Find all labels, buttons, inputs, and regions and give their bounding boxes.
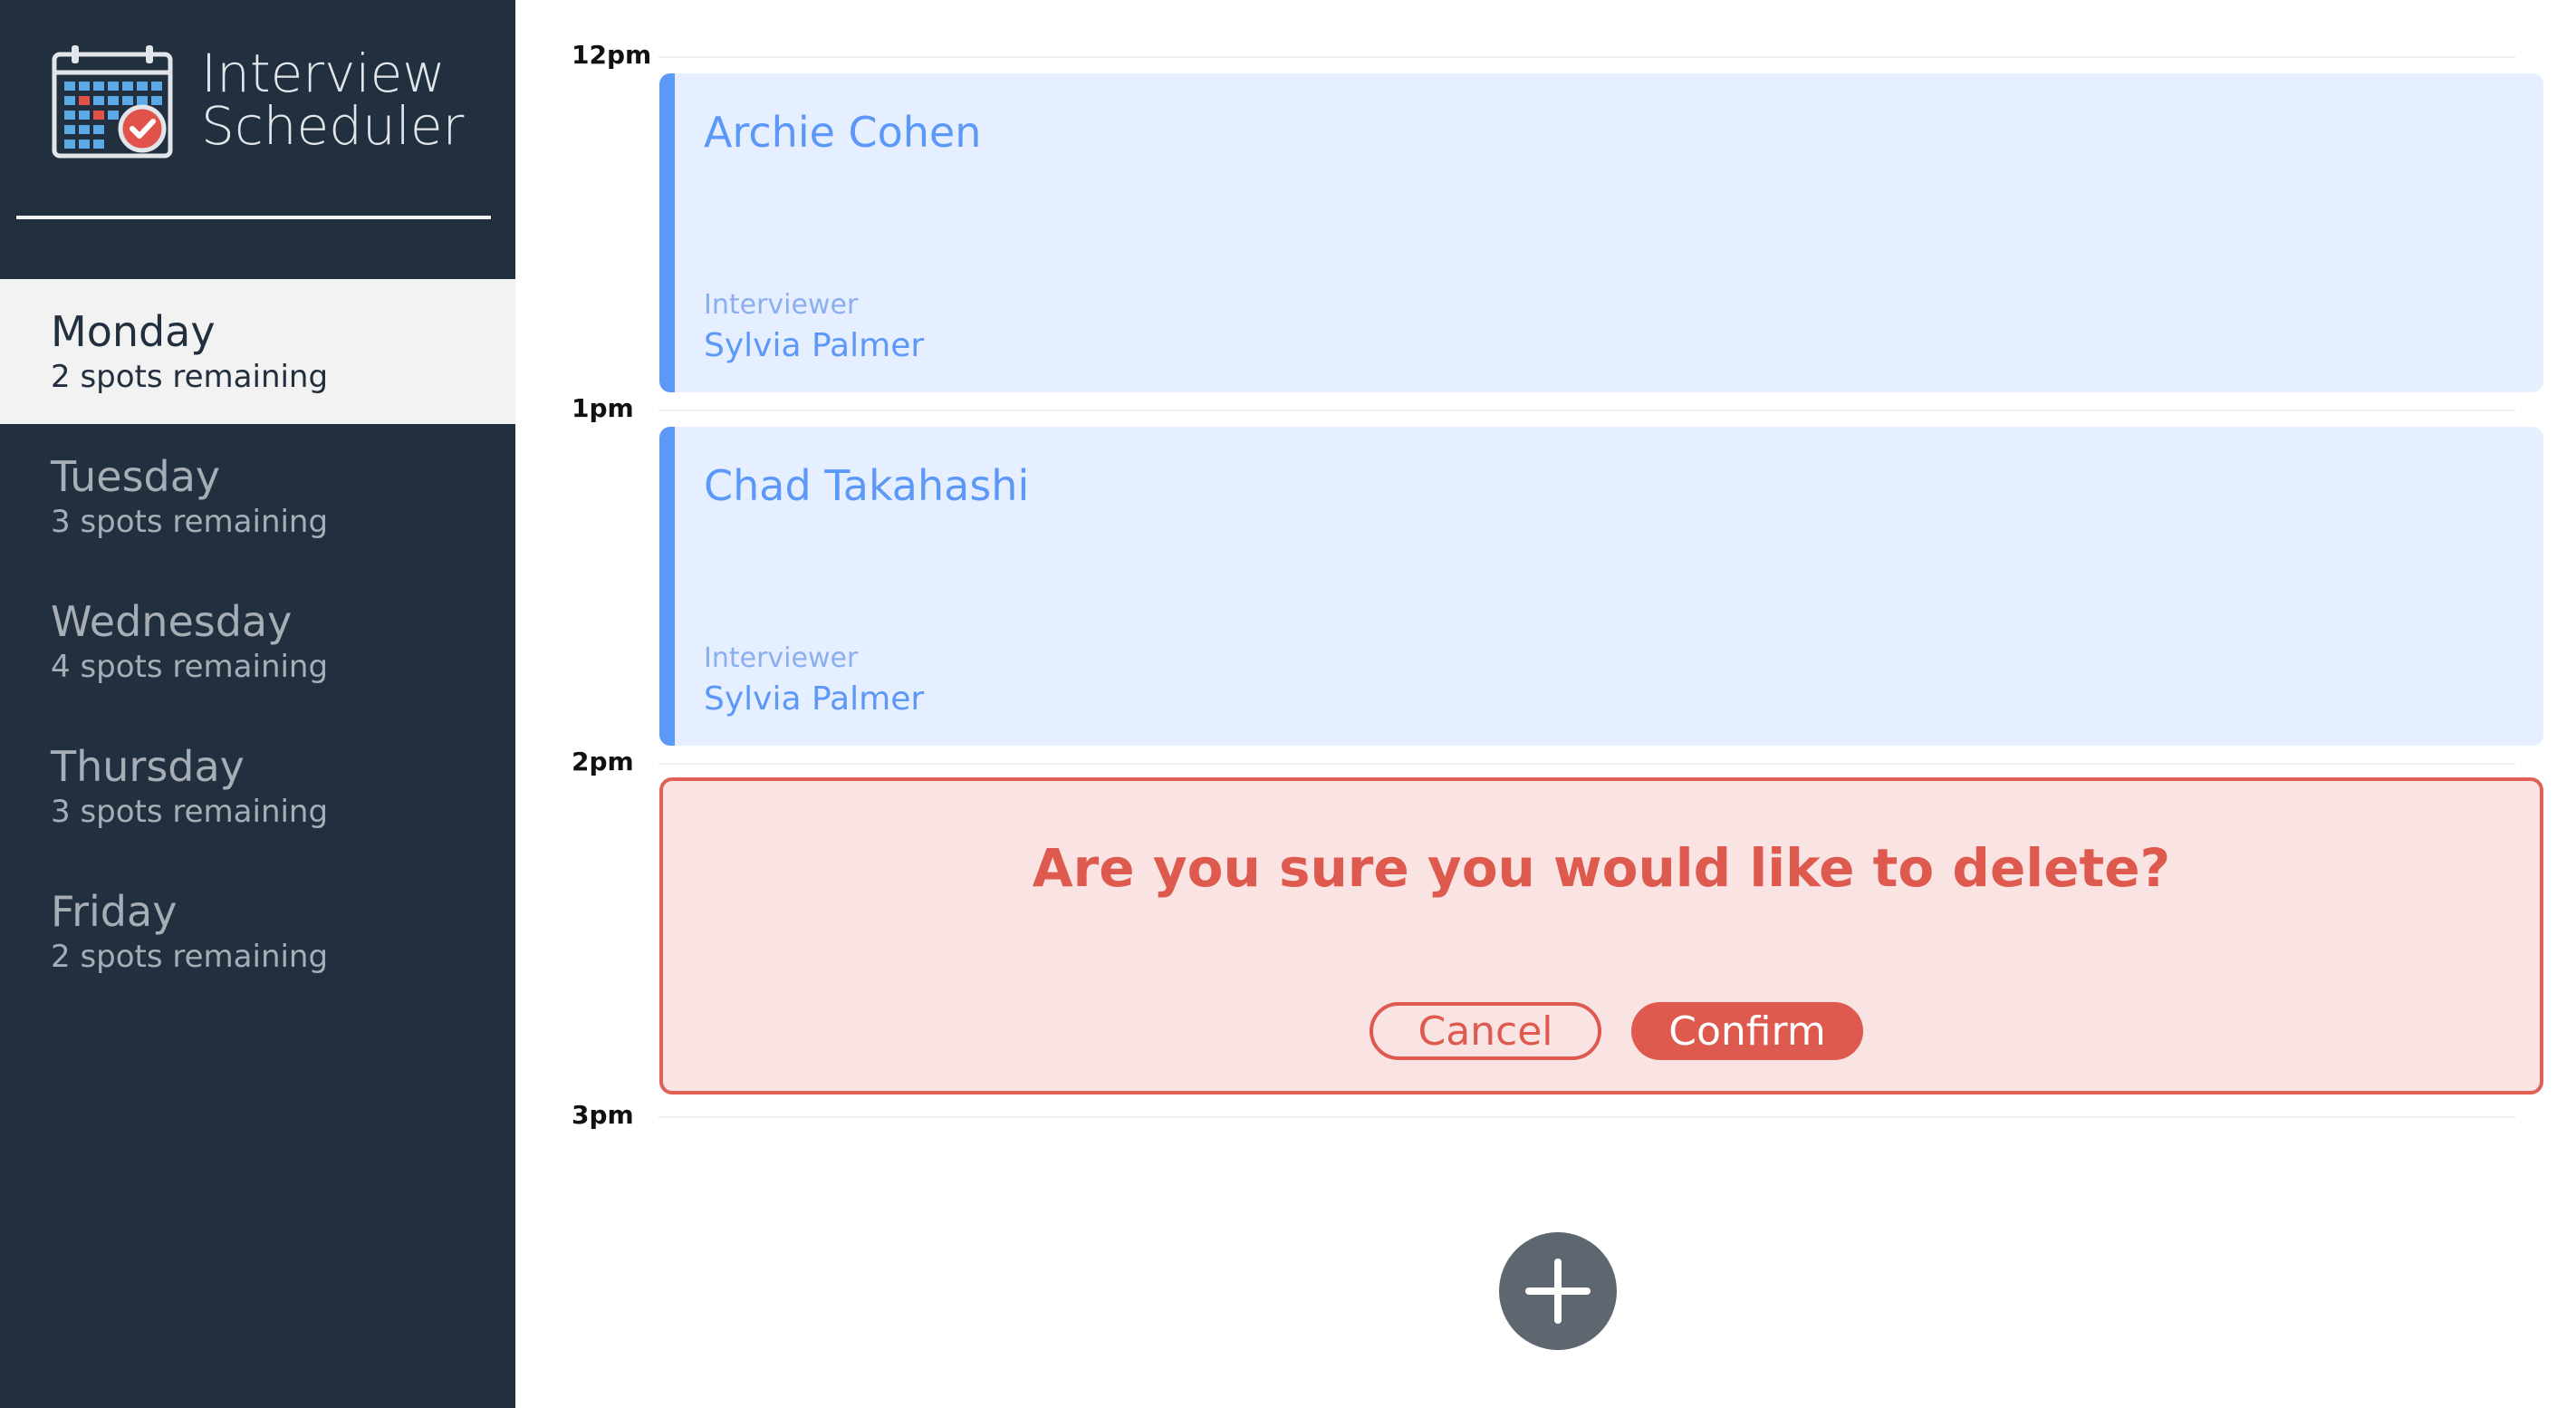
day-item-tuesday[interactable]: Tuesday 3 spots remaining: [0, 424, 515, 569]
time-divider: [658, 1116, 2515, 1118]
day-item-thursday[interactable]: Thursday 3 spots remaining: [0, 714, 515, 859]
day-item-friday[interactable]: Friday 2 spots remaining: [0, 859, 515, 1004]
day-spots: 2 spots remaining: [51, 939, 329, 975]
day-spots: 2 spots remaining: [51, 359, 329, 395]
time-divider: [658, 56, 2515, 58]
day-item-monday[interactable]: Monday 2 spots remaining: [0, 279, 515, 424]
add-appointment-button[interactable]: [1499, 1232, 1617, 1350]
time-label-3pm: 3pm: [572, 1100, 634, 1130]
confirm-button[interactable]: Confirm: [1631, 1002, 1863, 1060]
delete-confirmation: Are you sure you would like to delete? C…: [659, 777, 2543, 1095]
day-list: Monday 2 spots remaining Tuesday 3 spots…: [0, 279, 515, 1004]
interviewer-label: Interviewer: [704, 289, 859, 321]
interviewer-name: Sylvia Palmer: [704, 327, 925, 364]
app-title-line2: Scheduler: [201, 95, 465, 157]
student-name: Archie Cohen: [704, 108, 982, 157]
day-name: Wednesday: [51, 597, 293, 646]
app-title-line1: Interview: [201, 43, 446, 104]
day-item-wednesday[interactable]: Wednesday 4 spots remaining: [0, 569, 515, 714]
appointment-card[interactable]: Archie Cohen Interviewer Sylvia Palmer: [659, 73, 2543, 392]
confirm-message: Are you sure you would like to delete?: [1032, 837, 2171, 899]
time-divider: [658, 410, 2515, 411]
calendar-check-icon: [52, 45, 173, 159]
sidebar-divider: [16, 216, 491, 219]
student-name: Chad Takahashi: [704, 461, 1030, 510]
day-name: Monday: [51, 307, 216, 356]
day-name: Tuesday: [51, 452, 221, 501]
cancel-button[interactable]: Cancel: [1370, 1002, 1601, 1060]
sidebar: Interview Scheduler Monday 2 spots remai…: [0, 0, 515, 1408]
time-label-12pm: 12pm: [572, 40, 652, 70]
day-spots: 3 spots remaining: [51, 794, 329, 830]
interviewer-name: Sylvia Palmer: [704, 680, 925, 718]
time-divider: [658, 763, 2515, 765]
appointment-card[interactable]: Chad Takahashi Interviewer Sylvia Palmer: [659, 427, 2543, 746]
schedule-panel: 12pm Archie Cohen Interviewer Sylvia Pal…: [515, 0, 2576, 1408]
day-name: Thursday: [51, 742, 245, 791]
time-label-2pm: 2pm: [572, 747, 634, 776]
app-title: Interview Scheduler: [201, 47, 500, 152]
day-name: Friday: [51, 887, 178, 936]
time-label-1pm: 1pm: [572, 393, 634, 423]
plus-icon: [1525, 1259, 1591, 1324]
interviewer-label: Interviewer: [704, 642, 859, 674]
day-spots: 4 spots remaining: [51, 649, 329, 685]
day-spots: 3 spots remaining: [51, 504, 329, 540]
